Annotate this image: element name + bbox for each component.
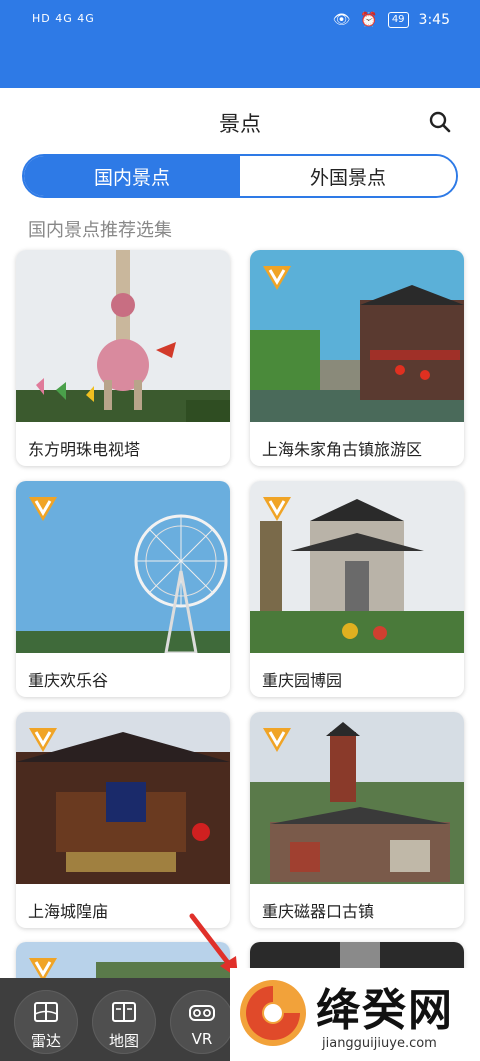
- attraction-card[interactable]: 重庆园博园: [250, 481, 464, 697]
- map-fold-icon: [34, 1002, 58, 1022]
- status-right: 👁 ⏰ 49 3:45: [333, 12, 450, 28]
- search-icon[interactable]: [428, 110, 452, 134]
- nav-label: 地图: [108, 1032, 139, 1050]
- clock: 3:45: [418, 12, 450, 28]
- attraction-name: 重庆欢乐谷: [28, 671, 109, 690]
- attraction-name: 重庆园博园: [262, 671, 343, 690]
- attraction-card[interactable]: 上海朱家角古镇旅游区: [250, 250, 464, 466]
- vip-badge-icon: [29, 728, 57, 752]
- nav-map-button[interactable]: 地图: [92, 990, 156, 1054]
- tab-domestic[interactable]: 国内景点: [24, 156, 240, 196]
- watermark-domain: jiangguijiuye.com: [322, 1036, 437, 1051]
- section-title: 国内景点推荐选集: [28, 220, 172, 241]
- battery-indicator: 49: [387, 12, 409, 28]
- attraction-name: 东方明珠电视塔: [28, 440, 141, 459]
- attraction-card[interactable]: 重庆欢乐谷: [16, 481, 230, 697]
- attraction-card[interactable]: 上海城隍庙: [16, 712, 230, 928]
- book-map-icon: [112, 1002, 136, 1022]
- eye-icon: 👁: [332, 12, 351, 28]
- vr-glasses-icon: [189, 1005, 215, 1021]
- watermark: 绛癸网 jiangguijiuye.com: [230, 968, 480, 1061]
- attraction-name: 重庆磁器口古镇: [262, 902, 375, 921]
- vip-badge-icon: [263, 497, 291, 521]
- watermark-logo: [240, 980, 306, 1046]
- attraction-card[interactable]: 东方明珠电视塔: [16, 250, 230, 466]
- status-bar: HD 4G 4G 👁 ⏰ 49 3:45: [0, 0, 480, 44]
- nav-vr-button[interactable]: VR: [170, 990, 234, 1054]
- attraction-name: 上海朱家角古镇旅游区: [262, 440, 423, 459]
- network-indicators: HD 4G 4G: [32, 12, 95, 25]
- attraction-name: 上海城隍庙: [28, 902, 109, 921]
- vip-badge-icon: [29, 497, 57, 521]
- vip-badge-icon: [263, 266, 291, 290]
- nav-radar-button[interactable]: 雷达: [14, 990, 78, 1054]
- page-title: 景点: [219, 112, 261, 136]
- tab-foreign[interactable]: 外国景点: [240, 156, 456, 196]
- watermark-text: 绛癸网: [316, 985, 454, 1036]
- alarm-icon: ⏰: [360, 12, 378, 28]
- page-header: 景点: [0, 88, 480, 154]
- attraction-image: [16, 250, 230, 422]
- vip-badge-icon: [263, 728, 291, 752]
- app-top-bar: [0, 44, 480, 88]
- segmented-tabs: 国内景点 外国景点: [22, 154, 458, 198]
- attraction-card[interactable]: 重庆磁器口古镇: [250, 712, 464, 928]
- nav-label: 雷达: [30, 1032, 61, 1050]
- nav-label: VR: [191, 1030, 213, 1048]
